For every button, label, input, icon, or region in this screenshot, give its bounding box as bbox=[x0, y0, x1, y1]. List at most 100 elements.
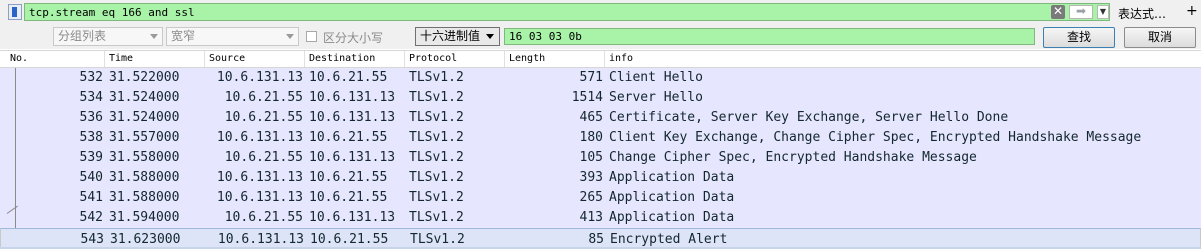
case-sensitive-label: 区分大小写 bbox=[323, 31, 384, 45]
column-header-info[interactable]: info bbox=[609, 53, 633, 64]
add-filter-button[interactable]: + bbox=[1186, 3, 1198, 19]
packet-list-header: No. Time Source Destination Protocol Len… bbox=[0, 50, 1201, 68]
packet-protocol: TLSv1.2 bbox=[409, 130, 464, 145]
packet-info: Encrypted Alert bbox=[610, 232, 728, 247]
packet-source: 10.6.21.55 bbox=[224, 210, 303, 225]
packet-source: 10.6.131.13 bbox=[216, 170, 303, 185]
packet-row[interactable]: 540 31.588000 10.6.131.13 10.6.21.55 TLS… bbox=[0, 168, 1201, 188]
packet-time: 31.623000 bbox=[110, 232, 181, 247]
packet-length: 465 bbox=[579, 110, 603, 125]
packet-time: 31.524000 bbox=[109, 90, 180, 105]
column-divider[interactable] bbox=[604, 51, 605, 67]
packet-time: 31.522000 bbox=[109, 70, 180, 85]
recent-filters-dropdown-icon[interactable]: ▼ bbox=[1097, 5, 1109, 19]
find-button[interactable]: 查找 bbox=[1043, 27, 1115, 48]
packet-info: Change Cipher Spec, Encrypted Handshake … bbox=[609, 150, 977, 165]
packet-info: Application Data bbox=[609, 190, 735, 205]
packet-protocol: TLSv1.2 bbox=[409, 70, 464, 85]
packet-destination: 10.6.21.55 bbox=[309, 70, 388, 85]
packet-time: 31.558000 bbox=[109, 150, 180, 165]
char-width-value: 宽窄 bbox=[171, 29, 196, 43]
cancel-button[interactable]: 取消 bbox=[1124, 27, 1196, 48]
packet-length: 265 bbox=[579, 190, 603, 205]
packet-row[interactable]: 538 31.557000 10.6.131.13 10.6.21.55 TLS… bbox=[0, 128, 1201, 148]
packet-protocol: TLSv1.2 bbox=[409, 150, 464, 165]
search-value-input[interactable]: 16 03 03 0b bbox=[504, 28, 1035, 45]
search-value-text[interactable]: 16 03 03 0b bbox=[509, 30, 582, 43]
packet-destination: 10.6.21.55 bbox=[310, 232, 389, 247]
packet-length: 85 bbox=[588, 232, 604, 247]
display-filter-text[interactable]: tcp.stream eq 166 and ssl bbox=[29, 6, 195, 19]
packet-info: Application Data bbox=[609, 170, 735, 185]
column-header-protocol[interactable]: Protocol bbox=[409, 53, 457, 64]
packet-source: 10.6.21.55 bbox=[224, 110, 303, 125]
packet-source: 10.6.21.55 bbox=[224, 90, 303, 105]
packet-time: 31.524000 bbox=[109, 110, 180, 125]
packet-info: Certificate, Server Key Exchange, Server… bbox=[609, 110, 1009, 125]
packet-length: 413 bbox=[579, 210, 603, 225]
packet-destination: 10.6.131.13 bbox=[309, 110, 396, 125]
checkbox-box[interactable] bbox=[306, 31, 317, 42]
packet-source: 10.6.131.13 bbox=[217, 232, 304, 247]
packet-info: Client Key Exchange, Change Cipher Spec,… bbox=[609, 130, 1142, 145]
column-divider[interactable] bbox=[104, 51, 105, 67]
packet-length: 180 bbox=[579, 130, 603, 145]
search-type-select[interactable]: 十六进制值 bbox=[415, 27, 500, 46]
char-width-select[interactable]: 宽窄 bbox=[166, 27, 299, 46]
chevron-down-icon bbox=[150, 34, 158, 39]
column-divider[interactable] bbox=[404, 51, 405, 67]
chevron-down-icon bbox=[486, 34, 494, 39]
column-header-destination[interactable]: Destination bbox=[309, 53, 375, 64]
packet-length: 571 bbox=[579, 70, 603, 85]
display-filter-toolbar: tcp.stream eq 166 and ssl ✕ ➡ ▼ 表达式… + bbox=[0, 0, 1201, 26]
column-header-no[interactable]: No. bbox=[10, 53, 28, 64]
packet-protocol: TLSv1.2 bbox=[410, 232, 465, 247]
packet-protocol: TLSv1.2 bbox=[409, 210, 464, 225]
conversation-line bbox=[15, 68, 16, 228]
packet-source: 10.6.131.13 bbox=[216, 190, 303, 205]
column-divider[interactable] bbox=[504, 51, 505, 67]
packet-info: Server Hello bbox=[609, 90, 703, 105]
packet-length: 1514 bbox=[571, 90, 603, 105]
packet-time: 31.588000 bbox=[109, 170, 180, 185]
packet-source: 10.6.131.13 bbox=[216, 70, 303, 85]
clear-filter-icon[interactable]: ✕ bbox=[1051, 5, 1065, 19]
packet-source: 10.6.131.13 bbox=[216, 130, 303, 145]
packet-destination: 10.6.131.13 bbox=[309, 210, 396, 225]
packet-destination: 10.6.21.55 bbox=[309, 170, 388, 185]
search-type-value: 十六进制值 bbox=[420, 29, 481, 43]
packet-row-selected[interactable]: 543 31.623000 10.6.131.13 10.6.21.55 TLS… bbox=[0, 228, 1201, 248]
packet-protocol: TLSv1.2 bbox=[409, 190, 464, 205]
packet-no: 543 bbox=[80, 232, 104, 247]
column-header-source[interactable]: Source bbox=[209, 53, 245, 64]
packet-length: 105 bbox=[579, 150, 603, 165]
chevron-down-icon bbox=[286, 34, 294, 39]
packet-info: Client Hello bbox=[609, 70, 703, 85]
packet-row[interactable]: 541 31.588000 10.6.131.13 10.6.21.55 TLS… bbox=[0, 188, 1201, 208]
packet-protocol: TLSv1.2 bbox=[409, 90, 464, 105]
packet-row[interactable]: 532 31.522000 10.6.131.13 10.6.21.55 TLS… bbox=[0, 68, 1201, 88]
packet-time: 31.594000 bbox=[109, 210, 180, 225]
column-header-time[interactable]: Time bbox=[109, 53, 133, 64]
expression-button[interactable]: 表达式… bbox=[1118, 5, 1166, 22]
packet-time: 31.557000 bbox=[109, 130, 180, 145]
search-scope-select[interactable]: 分组列表 bbox=[53, 27, 163, 46]
packet-row[interactable]: 542 31.594000 10.6.21.55 10.6.131.13 TLS… bbox=[0, 208, 1201, 228]
column-header-length[interactable]: Length bbox=[509, 53, 545, 64]
packet-destination: 10.6.21.55 bbox=[309, 130, 388, 145]
packet-info: Application Data bbox=[609, 210, 735, 225]
find-packet-toolbar: 分组列表 宽窄 十六进制值 16 03 03 0b 查找 取消 bbox=[0, 25, 1201, 49]
display-filter-input[interactable]: tcp.stream eq 166 and ssl ✕ ➡ ▼ bbox=[24, 3, 1110, 21]
apply-filter-arrow-icon[interactable]: ➡ bbox=[1069, 5, 1093, 19]
column-divider[interactable] bbox=[304, 51, 305, 67]
column-divider[interactable] bbox=[204, 51, 205, 67]
packet-row[interactable]: 539 31.558000 10.6.21.55 10.6.131.13 TLS… bbox=[0, 148, 1201, 168]
packet-length: 393 bbox=[579, 170, 603, 185]
packet-time: 31.588000 bbox=[109, 190, 180, 205]
packet-protocol: TLSv1.2 bbox=[409, 110, 464, 125]
packet-destination: 10.6.131.13 bbox=[309, 90, 396, 105]
packet-destination: 10.6.131.13 bbox=[309, 150, 396, 165]
packet-row[interactable]: 536 31.524000 10.6.21.55 10.6.131.13 TLS… bbox=[0, 108, 1201, 128]
bookmark-icon[interactable] bbox=[8, 4, 22, 20]
packet-row[interactable]: 534 31.524000 10.6.21.55 10.6.131.13 TLS… bbox=[0, 88, 1201, 108]
